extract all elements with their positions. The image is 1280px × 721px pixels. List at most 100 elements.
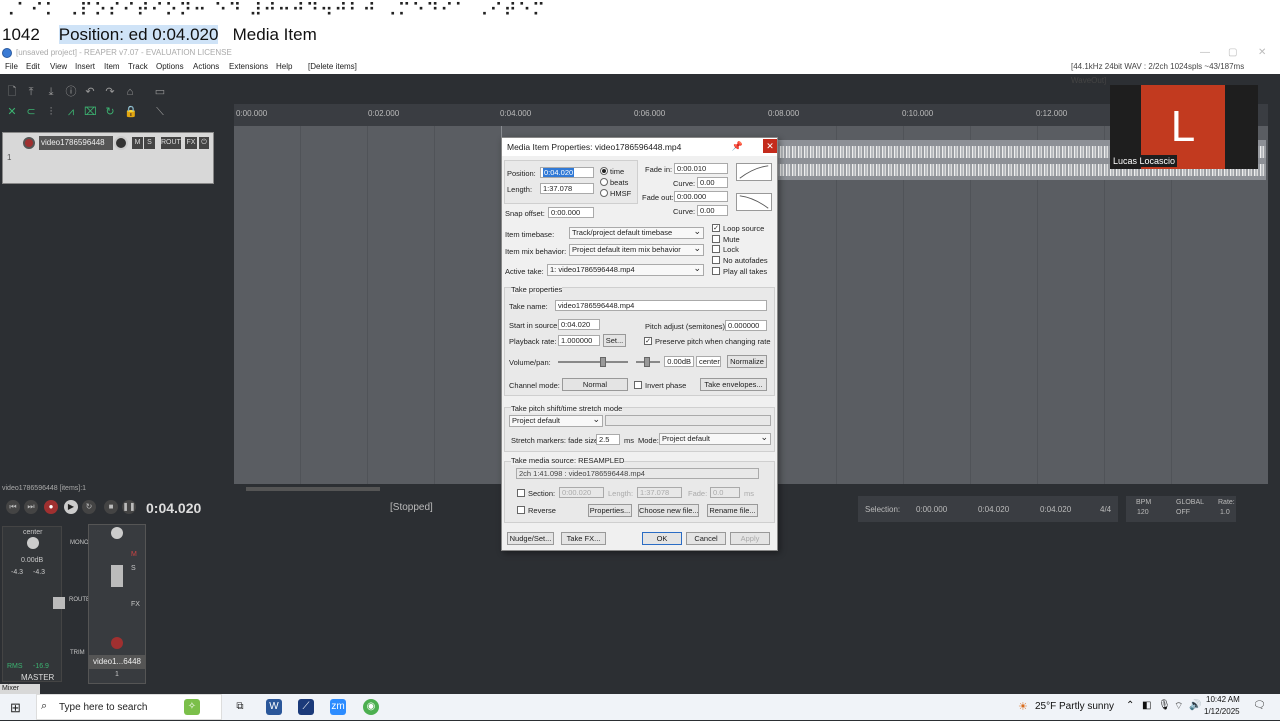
record-arm-button[interactable] <box>23 137 35 149</box>
camera-tray-icon[interactable]: ◧ <box>1142 700 1151 711</box>
search-highlight-icon[interactable]: ✧ <box>184 699 200 715</box>
loop-source-checkbox[interactable]: ✓ <box>712 224 720 232</box>
notification-icon[interactable]: 🗨 <box>1253 700 1266 711</box>
ok-button[interactable]: OK <box>642 532 682 545</box>
maximize-icon[interactable]: ▢ <box>1228 46 1237 60</box>
repeat-icon[interactable]: ↻ <box>82 500 96 514</box>
master-fader[interactable] <box>53 597 65 609</box>
radio-time[interactable] <box>600 167 608 175</box>
fade-out-shape-button[interactable] <box>736 193 772 211</box>
channel-mode-button[interactable]: Normal <box>562 378 628 391</box>
radio-hmsf[interactable] <box>600 189 608 197</box>
playback-rate-field[interactable]: 1.000000 <box>558 335 600 346</box>
active-take-dropdown[interactable]: 1: video1786596448.mp4 <box>547 263 704 276</box>
section-checkbox[interactable] <box>517 489 525 497</box>
project-settings-icon[interactable]: ⓘ <box>65 86 77 98</box>
stretch-mode-dropdown[interactable]: Project default <box>659 432 771 445</box>
pan-slider-thumb[interactable] <box>644 357 650 367</box>
snap-icon[interactable]: ⩘ <box>65 106 77 118</box>
microphone-icon[interactable]: 🎙 <box>1158 700 1171 711</box>
mixer-fx-button[interactable]: FX <box>131 601 140 608</box>
master-route-button[interactable]: ROUTE <box>69 597 90 603</box>
mix-behavior-dropdown[interactable]: Project default item mix behavior <box>569 243 704 256</box>
transport-time[interactable]: 0:04.020 <box>146 500 201 516</box>
no-autofades-checkbox[interactable] <box>712 256 720 264</box>
selection-start[interactable]: 0:00.000 <box>916 505 947 514</box>
lock-icon[interactable]: 🔒 <box>124 106 138 118</box>
grid-icon[interactable]: ▭ <box>154 86 166 98</box>
mixer-track-label[interactable]: video1...6448 <box>89 655 145 669</box>
global-off[interactable]: OFF <box>1176 509 1190 516</box>
source-properties-button[interactable]: Properties... <box>588 504 632 517</box>
reaper-taskbar-icon[interactable]: ⟋ <box>298 699 314 715</box>
mono-button[interactable]: MONO <box>70 540 89 546</box>
ripple-edit-icon[interactable]: ✕ <box>6 106 18 118</box>
pause-icon[interactable]: ❚❚ <box>122 500 136 514</box>
go-to-end-icon[interactable]: ⏭ <box>24 500 38 514</box>
take-fx-button[interactable]: Take FX... <box>561 532 606 545</box>
redo-icon[interactable]: ↷ <box>104 86 116 98</box>
menu-insert[interactable]: Insert <box>75 60 95 74</box>
track-volume-knob[interactable] <box>114 136 128 150</box>
menu-extensions[interactable]: Extensions <box>229 60 268 74</box>
fade-out-field[interactable]: 0:00.000 <box>674 191 728 202</box>
fade-in-shape-button[interactable] <box>736 163 772 181</box>
clock-date[interactable]: 1/12/2025 <box>1204 707 1240 716</box>
loop-icon[interactable]: ↻ <box>104 106 116 118</box>
save-project-icon[interactable]: ⤓ <box>45 86 57 98</box>
fade-in-curve-field[interactable]: 0.00 <box>697 177 728 188</box>
menu-file[interactable]: File <box>5 60 18 74</box>
close-window-icon[interactable]: ✕ <box>1258 46 1266 60</box>
invert-phase-checkbox[interactable] <box>634 381 642 389</box>
timebase-dropdown[interactable]: Track/project default timebase <box>569 226 704 239</box>
envelope-lock-icon[interactable]: ⫶ <box>45 106 57 118</box>
section-start-field[interactable]: 0:00.020 <box>559 487 604 498</box>
section-length-field[interactable]: 1:37.078 <box>637 487 682 498</box>
track-name[interactable]: video1786596448 <box>39 136 113 150</box>
minimize-icon[interactable]: — <box>1200 46 1210 60</box>
record-icon[interactable]: ● <box>44 500 58 514</box>
selection-length[interactable]: 0:04.020 <box>1040 505 1071 514</box>
pitch-adjust-field[interactable]: 0.000000 <box>725 320 767 331</box>
track-fx-button[interactable]: FX <box>185 137 197 149</box>
mute-checkbox[interactable] <box>712 235 720 243</box>
menu-help[interactable]: Help <box>276 60 292 74</box>
menu-options[interactable]: Options <box>156 60 184 74</box>
stretch-fade-field[interactable]: 2.5 <box>596 434 620 445</box>
pitch-shift-submode-field[interactable] <box>605 415 771 426</box>
volume-db-field[interactable]: 0.00dB <box>664 356 694 367</box>
scrollbar-thumb[interactable] <box>246 487 380 491</box>
track-fx-bypass-icon[interactable]: ⏻ <box>199 137 209 149</box>
master-pan-knob[interactable] <box>27 537 39 549</box>
nudge-set-button[interactable]: Nudge/Set... <box>507 532 554 545</box>
stop-icon[interactable]: ■ <box>104 500 118 514</box>
auto-crossfade-icon[interactable]: ⊂ <box>25 106 37 118</box>
weather-text[interactable]: 25°F Partly sunny <box>1035 701 1114 712</box>
new-project-icon[interactable]: 🗋 <box>6 86 18 98</box>
tray-chevron-icon[interactable]: ⌃ <box>1126 700 1134 711</box>
set-rate-button[interactable]: Set... <box>603 334 626 347</box>
radio-beats[interactable] <box>600 178 608 186</box>
rate-value[interactable]: 1.0 <box>1220 509 1230 516</box>
track-mute-button[interactable]: M <box>132 137 143 149</box>
choose-new-file-button[interactable]: Choose new file... <box>638 504 699 517</box>
menu-track[interactable]: Track <box>128 60 148 74</box>
selection-display[interactable]: Selection: 0:00.000 0:04.020 0:04.020 4/… <box>858 496 1118 522</box>
metronome-icon[interactable]: ⌂ <box>124 86 136 98</box>
play-icon[interactable]: ▶ <box>64 500 78 514</box>
cancel-button[interactable]: Cancel <box>686 532 726 545</box>
menu-delete-items[interactable]: [Delete items] <box>308 60 357 74</box>
mixer-solo-button[interactable]: S <box>131 565 136 572</box>
apply-button[interactable]: Apply <box>730 532 770 545</box>
normalize-button[interactable]: Normalize <box>727 355 767 368</box>
fade-out-curve-field[interactable]: 0.00 <box>697 205 728 216</box>
track-pan-knob[interactable] <box>111 527 123 539</box>
audio-status[interactable]: [44.1kHz 24bit WAV : 2/2ch 1024spls ~43/… <box>1071 60 1280 88</box>
tempo-display[interactable]: BPM 120 GLOBAL OFF Rate: 1.0 <box>1126 496 1236 522</box>
fade-in-field[interactable]: 0:00.010 <box>674 163 728 174</box>
length-field[interactable]: 1:37.078 <box>540 183 594 194</box>
go-to-start-icon[interactable]: ⏮ <box>6 500 20 514</box>
preserve-pitch-checkbox[interactable]: ✓ <box>644 337 652 345</box>
pin-icon[interactable]: 📌 <box>732 141 743 152</box>
volume-slider-thumb[interactable] <box>600 357 606 367</box>
